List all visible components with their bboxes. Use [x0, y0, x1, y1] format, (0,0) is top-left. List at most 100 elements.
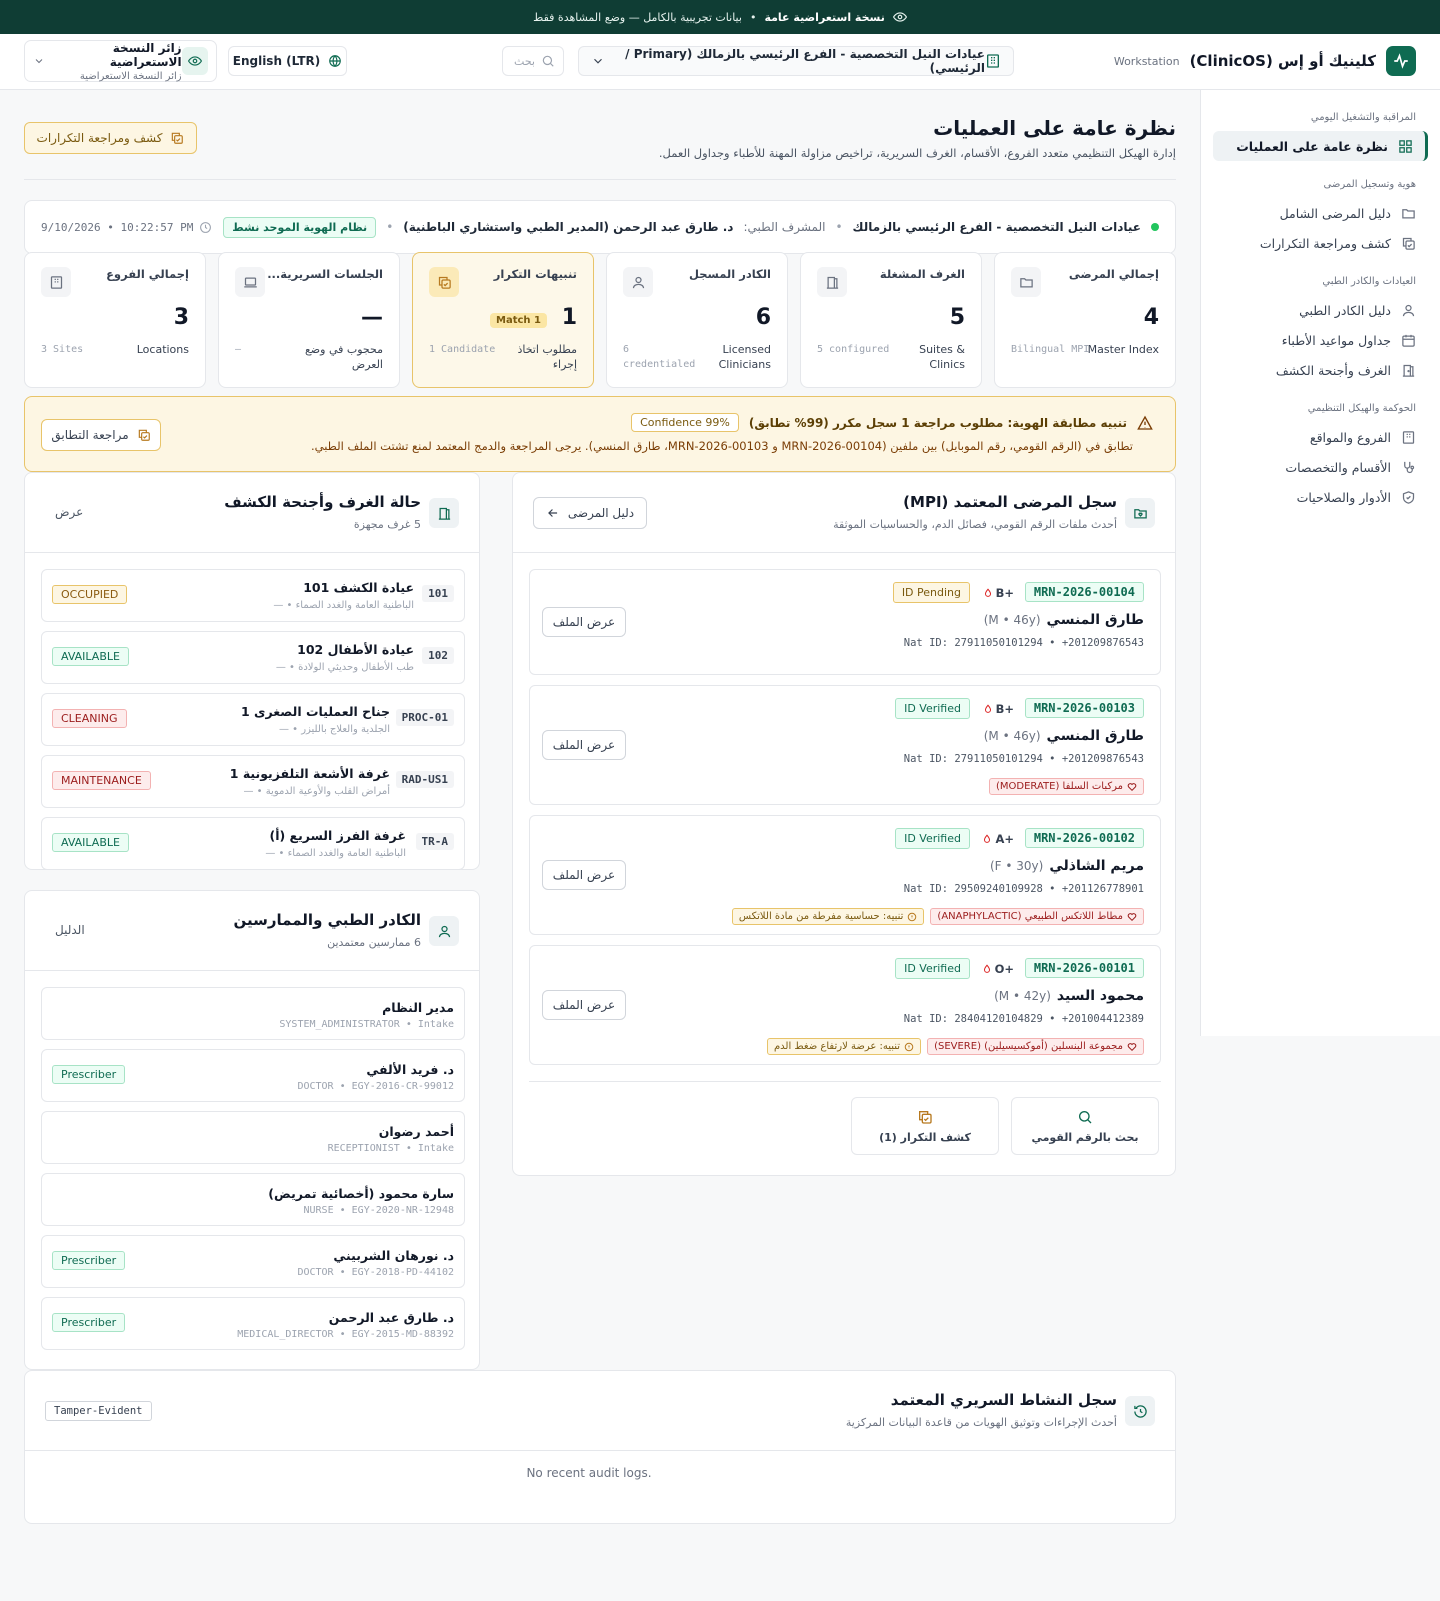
patient-name-value: محمود السيد [1056, 988, 1144, 1004]
identity-status: ID Verified [895, 828, 970, 849]
sidebar-item-label: الغرف وأجنحة الكشف [1275, 362, 1391, 378]
sidebar-item-branches[interactable]: الفروع والمواقع [1213, 422, 1428, 452]
staff-row[interactable]: سارة محمود (أخصائية تمريض) NURSE • EGY-2… [41, 1173, 465, 1226]
door-icon [1401, 363, 1416, 378]
allergy-tag: مطاط اللاتكس الطبيعي (ANAPHYLACTIC) [930, 908, 1144, 925]
room-row[interactable]: PROC-01 جناح العمليات الصغرى 1 الجلدية و… [41, 693, 465, 746]
allergy-tag: مجموعة البنسلين (أموكسيسيلين) (SEVERE) [927, 1038, 1144, 1055]
prescriber-badge: Prescriber [52, 1251, 126, 1270]
search-national-id-button[interactable]: بحث بالرقم القومي [1011, 1097, 1159, 1155]
sidebar-item-label: الفروع والمواقع [1309, 429, 1391, 445]
sidebar-item-rooms[interactable]: الغرف وأجنحة الكشف [1213, 355, 1428, 385]
identity-match-alert: تنبيه مطابقة الهوية: مطلوب مراجعة 1 سجل … [24, 396, 1176, 472]
staff-subtitle: 6 ممارسين معتمدين [327, 936, 421, 949]
search-input[interactable]: بحث [502, 46, 564, 76]
staff-row[interactable]: أحمد رضوان RECEPTIONIST • Intake [41, 1111, 465, 1164]
clinical-alert-text: تنبيه: عرضة لارتفاع ضغط الدم [773, 1041, 901, 1052]
sidebar-item-duplicates[interactable]: كشف ومراجعة التكرارات [1213, 228, 1428, 258]
review-match-button[interactable]: مراجعة التطابق [41, 419, 161, 451]
staff-row[interactable]: د. نورهان الشربيني DOCTOR • EGY-2018-PD-… [41, 1235, 465, 1288]
staff-row[interactable]: د. فريد الألفي DOCTOR • EGY-2016-CR-9901… [41, 1049, 465, 1102]
patient-mrn: MRN-2026-00104 [1024, 582, 1144, 602]
rooms-view-link[interactable]: عرض [55, 505, 83, 519]
shield-icon [1401, 490, 1416, 505]
copy-check-icon [917, 1109, 933, 1125]
patient-name: مريم الشاذلي (F • 30y) [990, 858, 1144, 874]
room-row[interactable]: 102 عيادة الأطفال 102 طب الأطفال وحديثي … [41, 631, 465, 684]
brand-name: كلينيك أو إس (ClinicOS) [1189, 52, 1376, 70]
duplicate-check-button[interactable]: كشف التكرار (1) [851, 1097, 999, 1155]
banner-text: بيانات تجريبية بالكامل — وضع المشاهدة فق… [533, 10, 742, 24]
staff-title: الكادر الطبي والممارسين [233, 911, 421, 929]
sidebar: المراقبة والتشغيل اليومي نظرة عامة على ا… [1200, 90, 1440, 1036]
heart-icon [1127, 912, 1137, 922]
kpi-staff[interactable]: الكادر المسجل 6 Licensed Clinicians 6 cr… [606, 252, 788, 388]
mpi-card-header: سجل المرضى المعتمد (MPI) أحدث ملفات الرق… [513, 473, 1175, 553]
clinical-alert-text: تنبيه: حساسية مفرطة من مادة اللاتكس [738, 911, 904, 922]
kpi-patients[interactable]: إجمالي المرضى 4 Master Index Bilingual M… [994, 252, 1176, 388]
audit-log-card: سجل النشاط السريري المعتمد أحدث الإجراءا… [24, 1370, 1176, 1524]
heartbeat-icon [1386, 46, 1416, 76]
staff-credentials: DOCTOR • EGY-2018-PD-44102 [297, 1267, 454, 1278]
kpi-sessions[interactable]: الجلسات السريرية... — محجوب في وضع العرض… [218, 252, 400, 388]
patient-card: MRN-2026-00103 B+ ID Verified طارق المنس… [529, 685, 1161, 805]
kpi-value: 1 [561, 305, 577, 330]
sidebar-item-roles[interactable]: الأدوار والصلاحيات [1213, 482, 1428, 512]
staff-row[interactable]: د. طارق عبد الرحمن MEDICAL_DIRECTOR • EG… [41, 1297, 465, 1350]
branch-selector-value: عيادات النيل التخصصية - الفرع الرئيسي با… [625, 47, 985, 75]
room-code: PROC-01 [395, 709, 454, 726]
duplicates-button[interactable]: كشف ومراجعة التكرارات [24, 122, 197, 154]
kpi-duplicates[interactable]: تنبيهات التكرار 1 1 Match مطلوب اتخاذ إج… [412, 252, 594, 388]
rooms-subtitle: 5 غرف مجهزة [353, 518, 421, 531]
branch-selector[interactable]: عيادات النيل التخصصية - الفرع الرئيسي با… [578, 46, 1014, 76]
staff-credentials: SYSTEM_ADMINISTRATOR • Intake [279, 1019, 454, 1030]
brand[interactable]: كلينيك أو إس (ClinicOS) Workstation [1114, 46, 1416, 76]
duplicates-button-label: كشف ومراجعة التكرارات [36, 131, 163, 145]
sidebar-item-label: الأقسام والتخصصات [1285, 459, 1391, 475]
patient-directory-button[interactable]: دليل المرضى [533, 497, 647, 529]
kpi-label: Suites & Clinics [919, 343, 965, 371]
view-profile-button[interactable]: عرض الملف [542, 730, 626, 760]
main-content: نظرة عامة على العمليات إدارة الهيكل التن… [24, 90, 1176, 1524]
kpi-label: محجوب في وضع العرض [304, 343, 383, 371]
room-department: أمراض القلب والأوعية الدموية • — [243, 786, 390, 797]
room-code: 102 [422, 647, 454, 664]
blood-drop-icon [982, 963, 992, 975]
room-status-badge: CLEANING [52, 709, 127, 728]
user-menu[interactable]: زائر النسخة الاستعراضية زائر النسخة الاس… [24, 40, 217, 82]
kpi-value: 3 [173, 305, 189, 330]
globe-icon [328, 54, 342, 68]
room-row[interactable]: 101 عيادة الكشف 101 الباطنية العامة والغ… [41, 569, 465, 622]
room-row[interactable]: TR-A غرفة الفرز السريع (أ) الباطنية العا… [41, 817, 465, 870]
copy-check-icon [137, 428, 151, 442]
sidebar-item-departments[interactable]: الأقسام والتخصصات [1213, 452, 1428, 482]
search-icon [541, 54, 555, 68]
staff-directory-link[interactable]: الدليل [55, 923, 85, 937]
sidebar-item-schedules[interactable]: جداول مواعيد الأطباء [1213, 325, 1428, 355]
view-profile-button[interactable]: عرض الملف [542, 990, 626, 1020]
language-toggle[interactable]: English (LTR) [228, 46, 347, 76]
sidebar-item-overview[interactable]: نظرة عامة على العمليات [1213, 131, 1428, 161]
view-profile-button[interactable]: عرض الملف [542, 607, 626, 637]
app-header: كلينيك أو إس (ClinicOS) Workstation عياد… [0, 34, 1440, 90]
demo-banner: نسخة استعراضية عامة • بيانات تجريبية بال… [0, 0, 1440, 34]
staff-row[interactable]: مدير النظام SYSTEM_ADMINISTRATOR • Intak… [41, 987, 465, 1040]
view-profile-button[interactable]: عرض الملف [542, 860, 626, 890]
room-row[interactable]: RAD-US1 غرفة الأشعة التلفزيونية 1 أمراض … [41, 755, 465, 808]
kpi-branches[interactable]: إجمالي الفروع 3 Locations 3 Sites [24, 252, 206, 388]
blood-type-value: B+ [995, 586, 1014, 600]
stethoscope-icon [1401, 460, 1416, 475]
blood-type: B+ [983, 702, 1014, 716]
sidebar-item-patients[interactable]: دليل المرضى الشامل [1213, 198, 1428, 228]
banner-separator: • [749, 10, 757, 24]
folder-heart-icon [1011, 267, 1041, 297]
kpi-rooms[interactable]: الغرف المشغلة 5 Suites & Clinics 5 confi… [800, 252, 982, 388]
room-name: جناح العمليات الصغرى 1 [240, 704, 390, 719]
sidebar-item-staff[interactable]: دليل الكادر الطبي [1213, 295, 1428, 325]
chevron-down-icon [33, 55, 45, 67]
blood-type: A+ [982, 832, 1014, 846]
kpi-value: 4 [1143, 305, 1159, 330]
sidebar-item-label: دليل المرضى الشامل [1279, 205, 1391, 221]
door-icon [429, 498, 459, 528]
blood-drop-icon [983, 703, 993, 715]
